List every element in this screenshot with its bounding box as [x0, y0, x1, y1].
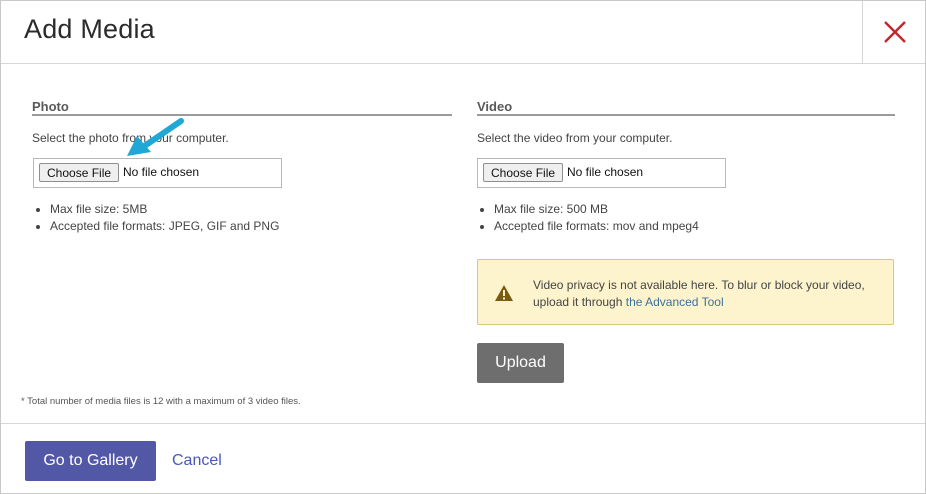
- video-choose-file-button[interactable]: Choose File: [483, 163, 564, 182]
- cancel-link[interactable]: Cancel: [172, 452, 222, 470]
- upload-button[interactable]: Upload: [477, 343, 564, 383]
- dialog-header: Add Media: [1, 1, 925, 64]
- photo-file-input[interactable]: Choose File No file chosen: [33, 158, 282, 188]
- video-privacy-notice: Video privacy is not available here. To …: [477, 259, 894, 325]
- list-item: Max file size: 500 MB: [477, 201, 699, 218]
- photo-divider: [32, 114, 452, 116]
- photo-heading: Photo: [32, 99, 69, 114]
- list-item: Accepted file formats: mov and mpeg4: [477, 218, 699, 235]
- video-file-status: No file chosen: [567, 165, 644, 179]
- list-item: Accepted file formats: JPEG, GIF and PNG: [33, 218, 279, 235]
- photo-choose-file-button[interactable]: Choose File: [39, 163, 120, 182]
- close-icon: [884, 21, 906, 43]
- media-limit-footnote: * Total number of media files is 12 with…: [21, 396, 301, 407]
- video-heading: Video: [477, 99, 513, 114]
- warning-icon: [495, 285, 513, 301]
- video-divider: [477, 114, 895, 116]
- list-item: Max file size: 5MB: [33, 201, 279, 218]
- close-button[interactable]: [862, 1, 926, 63]
- notice-message: Video privacy is not available here. To …: [533, 277, 883, 311]
- pointer-arrow-icon: [127, 118, 184, 156]
- dialog-title: Add Media: [24, 14, 155, 44]
- add-media-dialog: Add Media Photo Select the photo from yo…: [0, 0, 926, 494]
- advanced-tool-link[interactable]: the Advanced Tool: [626, 295, 724, 309]
- go-to-gallery-button[interactable]: Go to Gallery: [25, 441, 156, 481]
- dialog-footer: Go to Gallery Cancel: [1, 423, 925, 494]
- photo-file-status: No file chosen: [123, 165, 200, 179]
- video-requirements: Max file size: 500 MB Accepted file form…: [477, 201, 699, 235]
- photo-requirements: Max file size: 5MB Accepted file formats…: [33, 201, 279, 235]
- video-hint: Select the video from your computer.: [477, 131, 673, 145]
- video-file-input[interactable]: Choose File No file chosen: [477, 158, 726, 188]
